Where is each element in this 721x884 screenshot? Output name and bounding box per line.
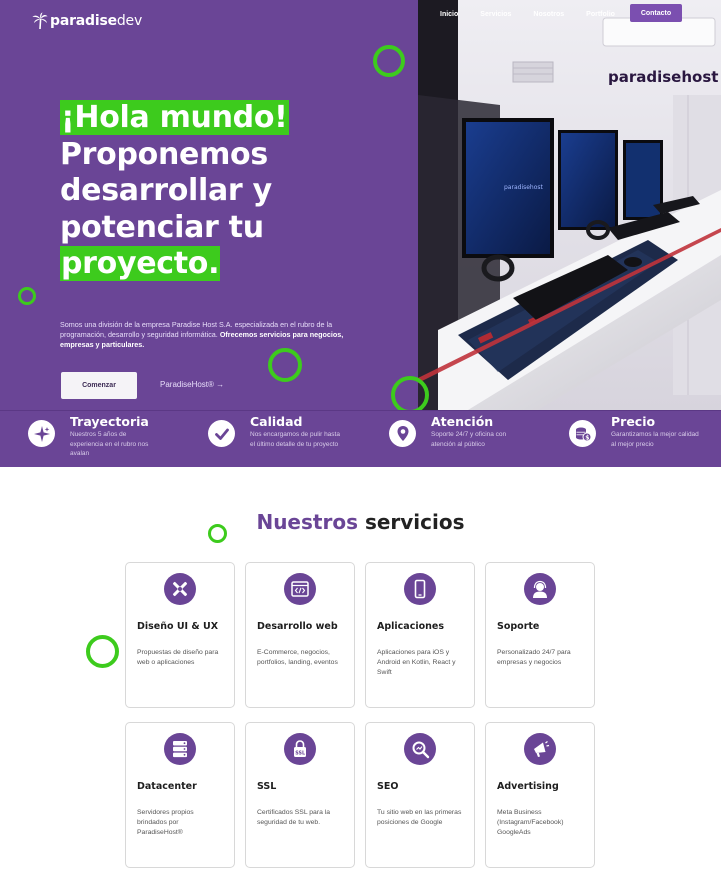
features-bar: Trayectoria Nuestros 5 años de experienc… [0, 410, 721, 467]
seo-search-icon [404, 733, 436, 765]
service-text: Certificados SSL para la seguridad de tu… [257, 809, 331, 827]
svg-text:$: $ [585, 434, 589, 441]
check-icon [208, 420, 235, 447]
sparkle-icon [28, 420, 55, 447]
headline-line-3: desarrollar y [60, 173, 272, 208]
feature-title: Atención [431, 414, 494, 429]
decorative-ring [86, 635, 119, 668]
hero-description: Somos una división de la empresa Paradis… [60, 320, 375, 350]
smartphone-icon [404, 573, 436, 605]
feature-text: Nos encargamos de pulir hasta el último … [250, 431, 340, 448]
brand-wordmark: paradisedev [50, 13, 142, 29]
location-icon [389, 420, 416, 447]
service-title: Advertising [497, 781, 559, 792]
decorative-ring [391, 376, 429, 410]
design-tools-icon [164, 573, 196, 605]
headline-highlight-1: ¡Hola mundo! [60, 100, 289, 135]
service-card-apps[interactable]: Aplicaciones Aplicaciones para iOS y And… [365, 562, 475, 708]
code-window-icon [284, 573, 316, 605]
nav-link-portfolio[interactable]: Portfolio [586, 11, 615, 18]
service-text: Aplicaciones para iOS y Android en Kotli… [377, 649, 456, 677]
ssl-lock-icon: SSL [284, 733, 316, 765]
service-title: SEO [377, 781, 399, 792]
feature-text: Soporte 24/7 y oficina con atención al p… [431, 431, 507, 448]
start-button[interactable]: Comenzar [61, 372, 137, 399]
coins-icon: $ [569, 420, 596, 447]
nav-link-nosotros[interactable]: Nosotros [533, 11, 564, 18]
feature-text: Garantizamos la mejor calidad al mejor p… [611, 431, 699, 448]
service-card-ssl[interactable]: SSL SSL Certificados SSL para la segurid… [245, 722, 355, 868]
feature-title: Trayectoria [70, 414, 149, 429]
services-heading-rest: servicios [364, 510, 465, 534]
service-title: Diseño UI & UX [137, 621, 219, 632]
decorative-ring [373, 45, 405, 77]
service-card-seo[interactable]: SEO Tu sitio web en las primeras posicio… [365, 722, 475, 868]
hero-office-photo: paradisehost paradisehost [418, 0, 721, 410]
hero-section: paradisehost paradisehost paradisedev In… [0, 0, 721, 410]
decorative-ring [268, 348, 302, 382]
service-title: Aplicaciones [377, 621, 444, 632]
service-text: Personalizado 24/7 para empresas y negoc… [497, 649, 571, 667]
top-navigation: Inicio Servicios Nosotros Portfolio Cont… [440, 4, 682, 23]
service-title: SSL [257, 781, 277, 792]
service-text: Servidores propios brindados por Paradis… [137, 809, 194, 837]
decorative-ring [208, 524, 227, 543]
megaphone-icon [524, 733, 556, 765]
service-card-support[interactable]: Soporte Personalizado 24/7 para empresas… [485, 562, 595, 708]
headset-icon [524, 573, 556, 605]
headline-line-2: Proponemos [60, 136, 268, 172]
service-text: Propuestas de diseño para web o aplicaci… [137, 649, 219, 667]
feature-title: Precio [611, 414, 656, 429]
service-card-datacenter[interactable]: Datacenter Servidores propios brindados … [125, 722, 235, 868]
nav-link-servicios[interactable]: Servicios [480, 11, 511, 18]
server-icon [164, 733, 196, 765]
nav-link-inicio[interactable]: Inicio [440, 11, 458, 18]
service-title: Datacenter [137, 781, 197, 792]
svg-text:SSL: SSL [295, 751, 305, 757]
service-title: Desarrollo web [257, 621, 338, 632]
feature-title: Calidad [250, 414, 303, 429]
brand-name-thin: dev [116, 13, 143, 29]
paradisehost-link[interactable]: ParadiseHost® → [160, 380, 224, 389]
service-card-design[interactable]: Diseño UI & UX Propuestas de diseño para… [125, 562, 235, 708]
decorative-ring [18, 287, 36, 305]
palm-tree-icon [32, 12, 48, 30]
svg-text:paradisehost: paradisehost [504, 184, 544, 191]
service-card-advertising[interactable]: Advertising Meta Business (Instagram/Fac… [485, 722, 595, 868]
contact-button[interactable]: Contacto [630, 4, 682, 22]
headline-highlight-5: proyecto. [60, 246, 221, 281]
feature-text: Nuestros 5 años de experiencia en el rub… [70, 431, 149, 457]
headline-line-4: potenciar tu [60, 209, 264, 245]
brand-logo[interactable]: paradisedev [32, 12, 142, 30]
services-heading-accent: Nuestros [256, 510, 358, 534]
service-card-web[interactable]: Desarrollo web E-Commerce, negocios, por… [245, 562, 355, 708]
service-title: Soporte [497, 621, 540, 632]
services-heading: Nuestros servicios [0, 510, 721, 534]
headline-line-5: proyecto. [60, 246, 400, 283]
hero-headline: ¡Hola mundo! Proponemos desarrollar y po… [60, 100, 400, 283]
service-text: E-Commerce, negocios, portfolios, landin… [257, 649, 338, 667]
brand-name-bold: paradise [50, 13, 117, 29]
headline-line-1: ¡Hola mundo! [60, 100, 400, 137]
service-text: Tu sitio web en las primeras posiciones … [377, 809, 462, 827]
service-text: Meta Business (Instagram/Facebook) Googl… [497, 809, 564, 837]
photo-sign-text: paradisehost [608, 68, 718, 86]
